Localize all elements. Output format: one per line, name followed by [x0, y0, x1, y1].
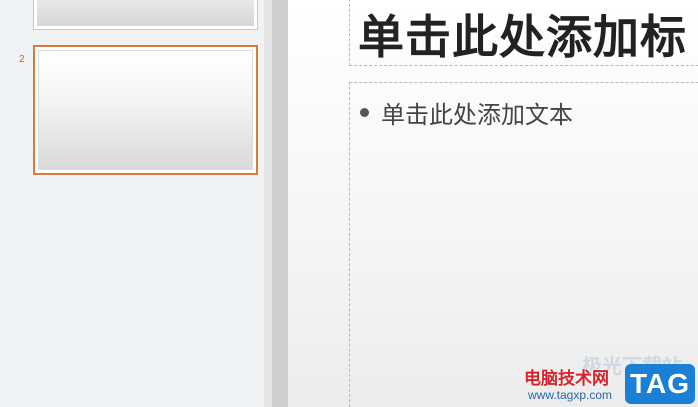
slide-thumbnail-2-number: 2 [19, 54, 25, 65]
watermark-tag-logo: TAG [625, 364, 695, 404]
slide-thumbnail-2-preview [38, 50, 253, 170]
slide-canvas[interactable]: 单击此处添加标 单击此处添加文本 [288, 0, 698, 407]
slide-thumbnail-1-preview [37, 0, 254, 26]
title-placeholder-text: 单击此处添加标 [358, 10, 687, 64]
watermark-url: www.tagxp.com [528, 388, 613, 402]
slide-thumbnail-2[interactable] [33, 45, 258, 175]
watermark-site-name: 电脑技术网 [524, 369, 609, 389]
bullet-dot-icon [360, 108, 369, 117]
title-placeholder[interactable]: 单击此处添加标 [349, 0, 698, 66]
slide-thumbnail-pane: 2 [0, 0, 266, 407]
bullet-item: 单击此处添加文本 [360, 95, 573, 130]
slide-thumbnail-1[interactable] [33, 0, 258, 30]
body-placeholder-text: 单击此处添加文本 [381, 101, 573, 129]
